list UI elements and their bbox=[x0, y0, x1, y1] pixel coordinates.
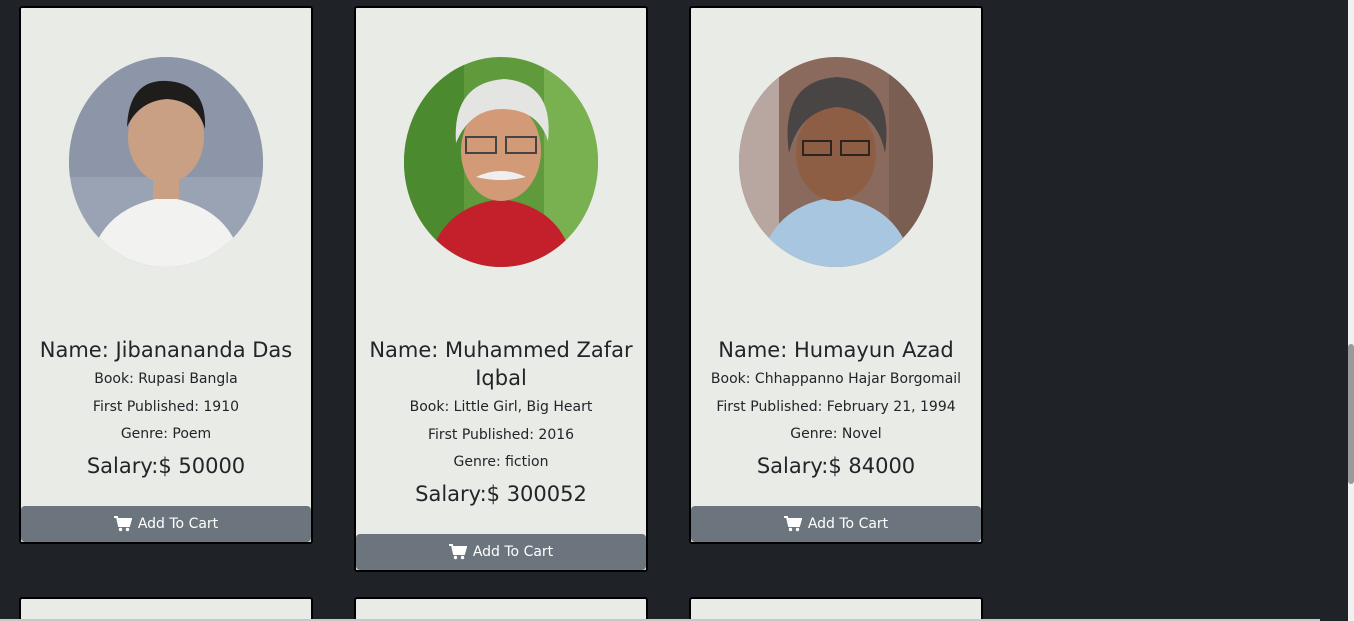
author-photo bbox=[404, 57, 598, 267]
add-to-cart-button[interactable]: Add To Cart bbox=[691, 506, 981, 542]
author-photo bbox=[739, 57, 933, 267]
author-name: Name: Muhammed Zafar Iqbal bbox=[369, 338, 633, 390]
add-to-cart-label: Add To Cart bbox=[137, 516, 219, 532]
author-salary: Salary:$ 50000 bbox=[86, 453, 246, 478]
author-card-partial bbox=[19, 597, 313, 621]
author-card-partial bbox=[354, 597, 648, 621]
author-genre: Genre: Poem bbox=[120, 426, 212, 442]
add-to-cart-label: Add To Cart bbox=[472, 544, 554, 560]
author-name: Name: Jibanananda Das bbox=[39, 338, 293, 362]
add-to-cart-button[interactable]: Add To Cart bbox=[21, 506, 311, 542]
author-book: Book: Rupasi Bangla bbox=[94, 371, 238, 387]
author-card-humayun-azad: Name: Humayun Azad Book: Chhappanno Haja… bbox=[689, 6, 983, 544]
shopping-cart-icon bbox=[113, 516, 132, 532]
author-card-jibanananda: Name: Jibanananda Das Book: Rupasi Bangl… bbox=[19, 6, 313, 544]
author-card-partial bbox=[689, 597, 983, 621]
author-info: Name: Muhammed Zafar Iqbal Book: Little … bbox=[356, 336, 646, 510]
shopping-cart-icon bbox=[783, 516, 802, 532]
author-genre: Genre: fiction bbox=[453, 454, 549, 470]
author-card-grid: Name: Jibanananda Das Book: Rupasi Bangl… bbox=[0, 0, 1354, 621]
author-salary: Salary:$ 84000 bbox=[756, 453, 916, 478]
author-name: Name: Humayun Azad bbox=[718, 338, 954, 362]
scrollbar-thumb[interactable] bbox=[1348, 344, 1354, 484]
author-genre: Genre: Novel bbox=[790, 426, 882, 442]
vertical-scrollbar[interactable] bbox=[1348, 0, 1354, 621]
add-to-cart-label: Add To Cart bbox=[807, 516, 889, 532]
author-info: Name: Jibanananda Das Book: Rupasi Bangl… bbox=[32, 336, 300, 482]
shopping-cart-icon bbox=[448, 544, 467, 560]
author-salary: Salary:$ 300052 bbox=[415, 481, 587, 506]
author-photo bbox=[69, 57, 263, 267]
author-first-published: First Published: 1910 bbox=[92, 398, 240, 415]
author-book: Book: Chhappanno Hajar Borgomail bbox=[710, 371, 962, 387]
author-first-published: First Published: 2016 bbox=[427, 426, 575, 443]
add-to-cart-button[interactable]: Add To Cart bbox=[356, 534, 646, 570]
author-book: Book: Little Girl, Big Heart bbox=[409, 399, 593, 415]
author-info: Name: Humayun Azad Book: Chhappanno Haja… bbox=[703, 336, 969, 482]
author-card-zafar-iqbal: Name: Muhammed Zafar Iqbal Book: Little … bbox=[354, 6, 648, 572]
author-first-published: First Published: February 21, 1994 bbox=[716, 398, 956, 415]
